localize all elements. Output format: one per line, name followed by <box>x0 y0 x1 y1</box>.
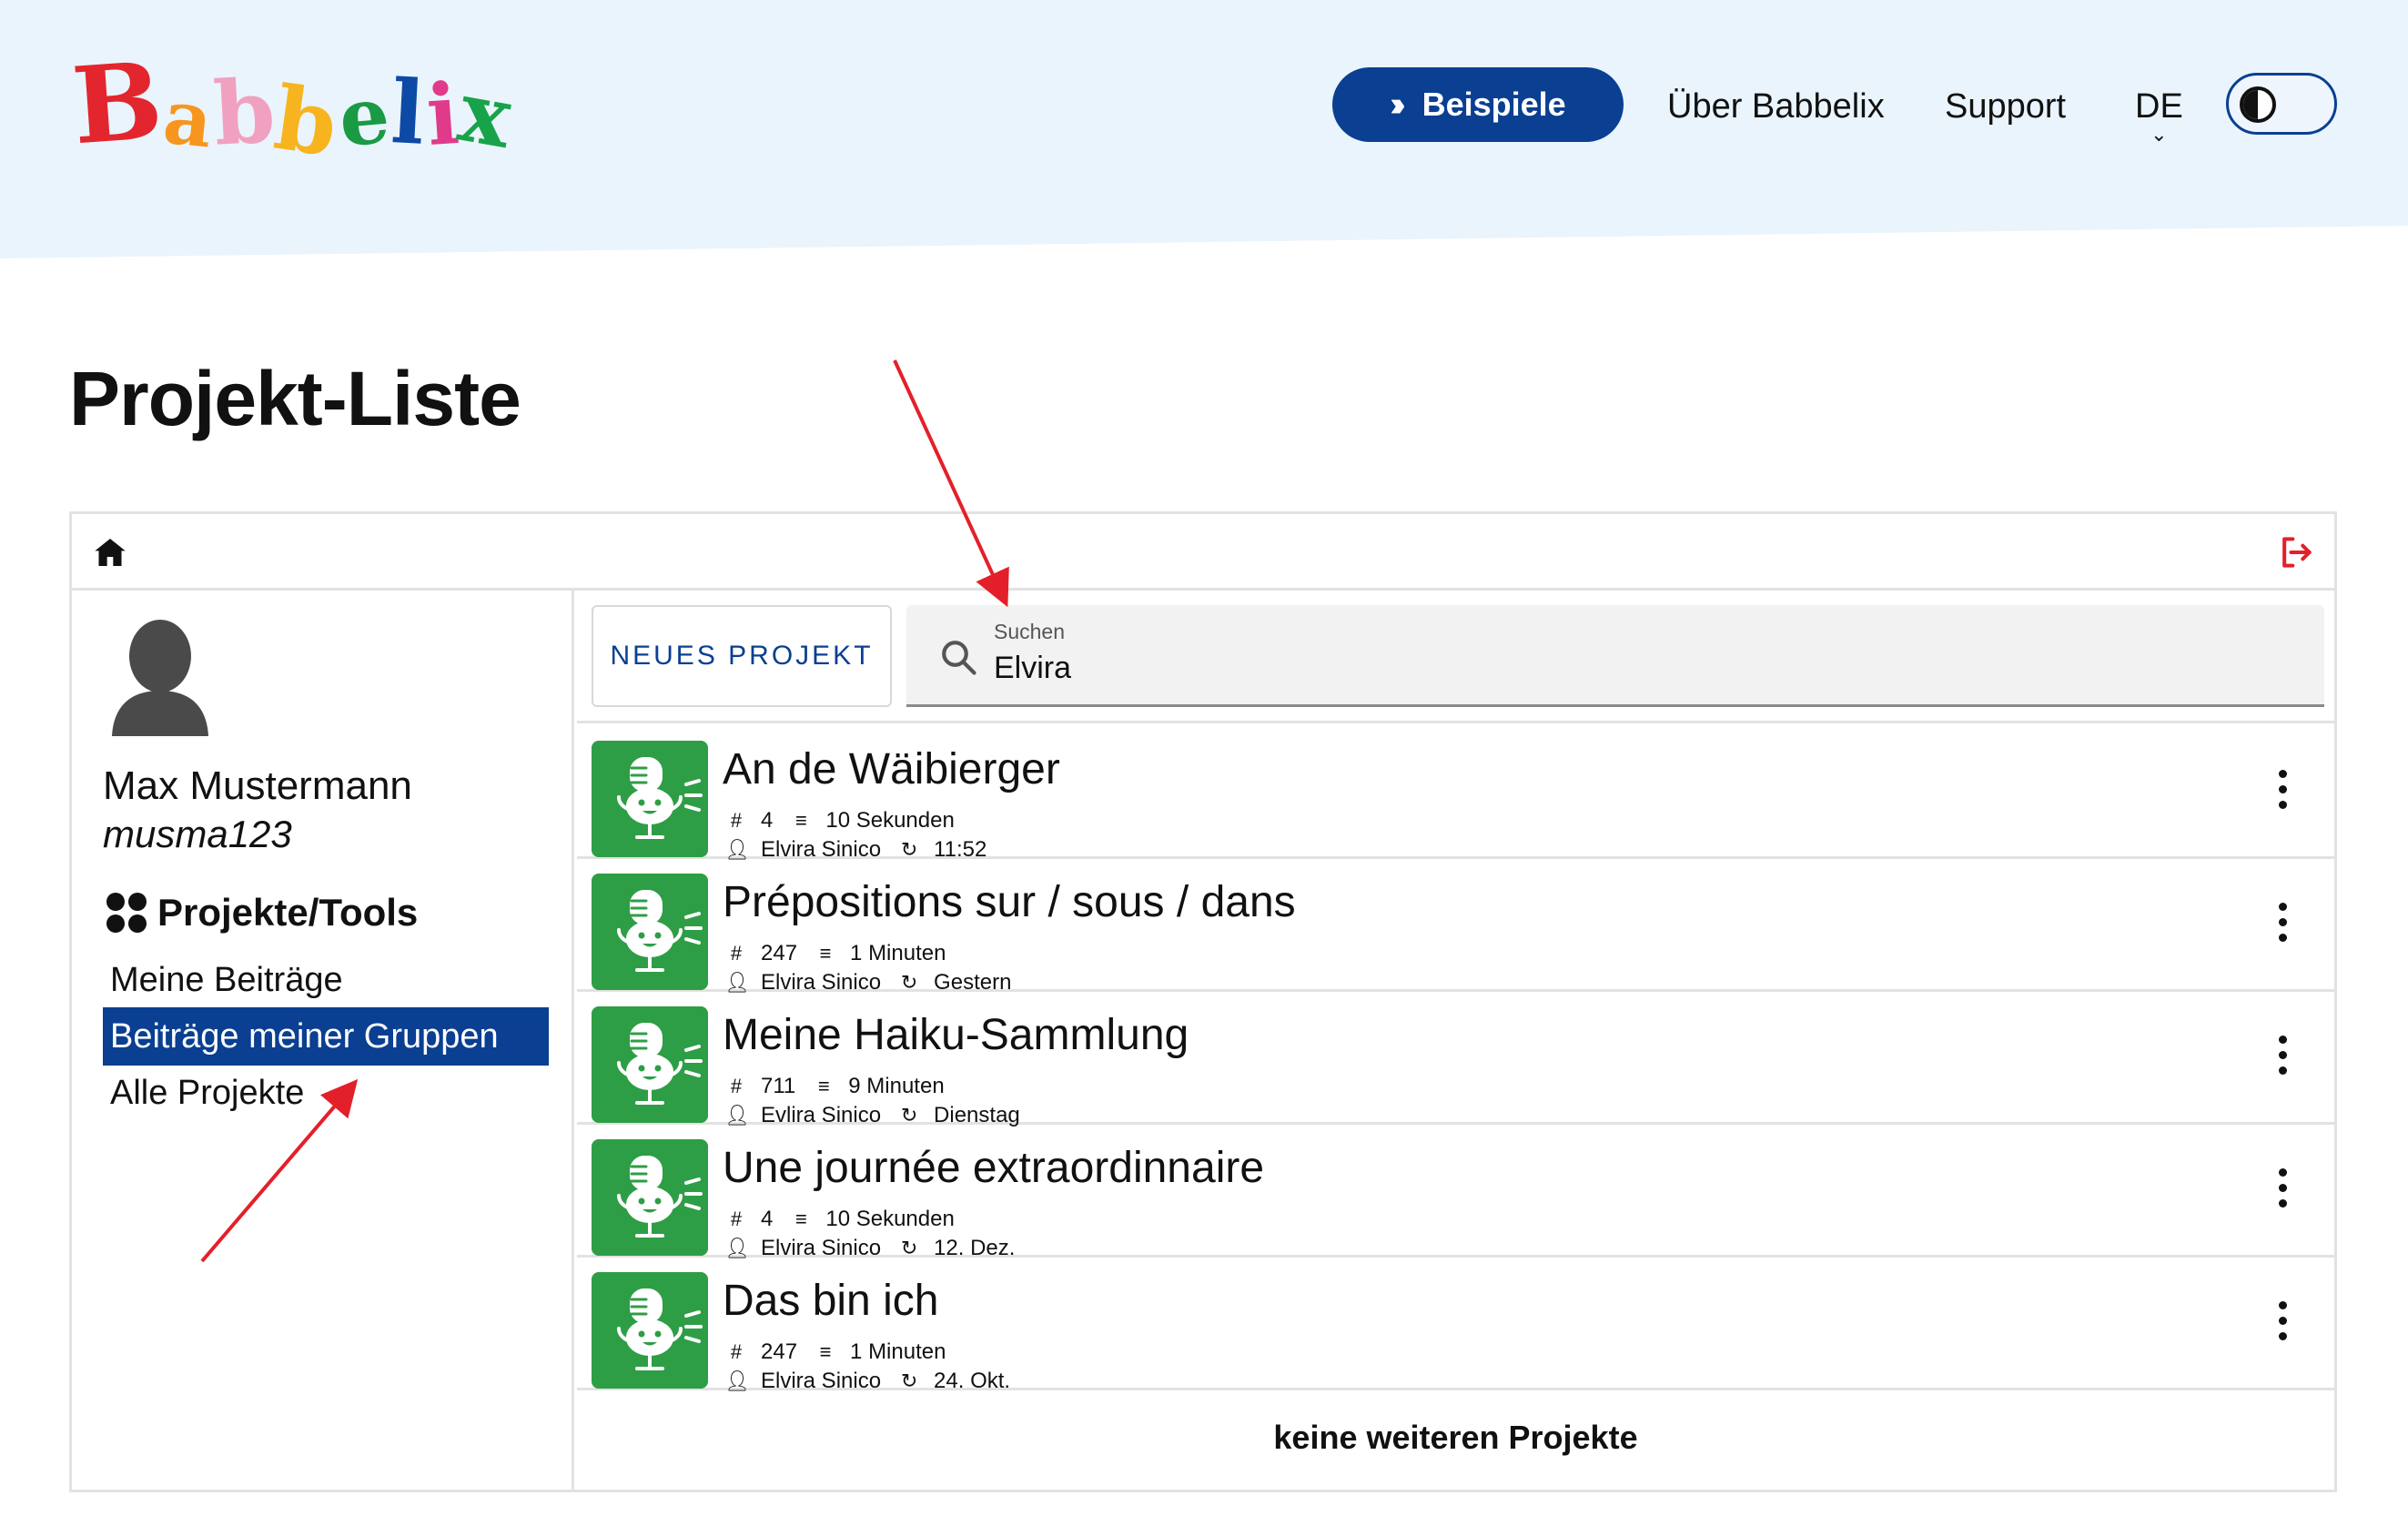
logo-letter: l <box>389 60 428 165</box>
sidebar-item-alle-projekte[interactable]: Alle Projekte <box>103 1064 549 1122</box>
more-vertical-icon[interactable] <box>2276 903 2289 950</box>
list-item[interactable]: Une journée extraordinnaire # 4 ≡ 10 Sek… <box>577 1125 2334 1260</box>
list-item[interactable]: An de Wäibierger # 4 ≡ 10 Sekunden 👤︎ El… <box>577 726 2334 862</box>
content-area: NEUES PROJEKT Suchen Elvira An de Wäibie… <box>577 591 2334 1490</box>
project-author: Elvira Sinico <box>761 1369 882 1393</box>
list-item[interactable]: Meine Haiku-Sammlung # 711 ≡ 9 Minuten 👤… <box>577 992 2334 1127</box>
sidebar-item-beitraege-meiner-gruppen[interactable]: Beiträge meiner Gruppen <box>103 1007 549 1066</box>
project-meta-stats: # 4 ≡ 10 Sekunden <box>724 808 955 834</box>
project-meta-stats: # 247 ≡ 1 Minuten <box>724 941 946 966</box>
user-handle: musma123 <box>103 813 292 855</box>
project-count: 247 <box>761 1339 798 1364</box>
list-icon: ≡ <box>794 1208 807 1230</box>
microphone-icon <box>592 874 708 990</box>
project-title[interactable]: Prépositions sur / sous / dans <box>723 877 1296 927</box>
beispiele-button[interactable]: ›› Beispiele <box>1332 67 1624 142</box>
hash-icon: # <box>730 1208 743 1230</box>
projects-tools-heading: Projekte/Tools <box>105 891 418 935</box>
nav-support[interactable]: Support <box>1945 87 2066 126</box>
list-item[interactable]: Das bin ich # 247 ≡ 1 Minuten 👤︎ Elvira … <box>577 1258 2334 1393</box>
project-duration: 1 Minuten <box>850 941 946 965</box>
project-title[interactable]: An de Wäibierger <box>723 744 1060 794</box>
project-title[interactable]: Meine Haiku-Sammlung <box>723 1010 1189 1060</box>
babbelix-logo[interactable]: B a b b e l i x <box>68 39 518 177</box>
list-icon: ≡ <box>817 1075 830 1097</box>
avatar[interactable] <box>108 618 212 736</box>
hash-icon: # <box>730 1340 743 1363</box>
person-icon: 👤︎ <box>724 1369 750 1392</box>
hash-icon: # <box>730 1075 743 1097</box>
more-vertical-icon[interactable] <box>2276 1301 2289 1349</box>
logo-letter: b <box>268 66 344 177</box>
nav-ueber-babbelix[interactable]: Über Babbelix <box>1667 87 1885 126</box>
sidebar-item-meine-beitraege[interactable]: Meine Beiträge <box>103 951 549 1009</box>
hash-icon: # <box>730 809 743 832</box>
double-chevron-right-icon: ›› <box>1390 85 1406 124</box>
microphone-icon <box>592 1139 708 1256</box>
search-label: Suchen <box>994 620 1066 643</box>
theme-toggle[interactable] <box>2226 73 2337 135</box>
list-toolbar: NEUES PROJEKT Suchen Elvira <box>577 591 2334 723</box>
language-select[interactable]: DE ⌄ <box>2135 87 2183 147</box>
panel-topbar <box>72 514 2334 591</box>
project-count: 4 <box>761 808 774 833</box>
beispiele-label: Beispiele <box>1422 86 1566 123</box>
more-vertical-icon[interactable] <box>2276 770 2289 817</box>
project-meta-stats: # 247 ≡ 1 Minuten <box>724 1339 946 1365</box>
search-input[interactable]: Elvira <box>994 651 1071 686</box>
project-count: 711 <box>761 1074 796 1098</box>
hash-icon: # <box>730 942 743 965</box>
project-duration: 9 Minuten <box>848 1074 945 1098</box>
home-icon[interactable] <box>92 534 128 571</box>
history-icon: ↻ <box>900 1369 918 1392</box>
projects-tools-label: Projekte/Tools <box>157 891 419 934</box>
project-duration: 10 Sekunden <box>825 808 955 833</box>
language-value: DE <box>2135 87 2183 126</box>
project-count: 4 <box>761 1207 774 1231</box>
list-end-message: keine weiteren Projekte <box>1273 1419 1638 1456</box>
project-meta-stats: # 711 ≡ 9 Minuten <box>724 1074 945 1099</box>
more-vertical-icon[interactable] <box>2276 1168 2289 1216</box>
contrast-icon <box>2240 86 2276 123</box>
project-count: 247 <box>761 941 798 965</box>
page-title: Projekt-Liste <box>69 356 521 441</box>
search-field[interactable]: Suchen Elvira <box>906 605 2324 707</box>
list-item[interactable]: Prépositions sur / sous / dans # 247 ≡ 1… <box>577 859 2334 995</box>
project-duration: 1 Minuten <box>850 1339 946 1364</box>
sidebar: Max Mustermann musma123 Projekte/Tools M… <box>72 591 574 1490</box>
user-name: Max Mustermann <box>103 763 412 808</box>
project-title[interactable]: Das bin ich <box>723 1276 938 1326</box>
logo-letter: x <box>451 62 519 167</box>
project-meta-author: 👤︎ Elvira Sinico ↻ 24. Okt. <box>724 1369 1010 1394</box>
project-list: An de Wäibierger # 4 ≡ 10 Sekunden 👤︎ El… <box>577 726 2334 1393</box>
microphone-icon <box>592 1272 708 1389</box>
apps-icon <box>106 893 147 933</box>
logout-icon[interactable] <box>2276 532 2316 572</box>
logo-letter: B <box>68 38 167 169</box>
list-icon: ≡ <box>794 809 807 832</box>
more-vertical-icon[interactable] <box>2276 1036 2289 1083</box>
project-date: 24. Okt. <box>934 1369 1011 1393</box>
list-icon: ≡ <box>819 942 832 965</box>
microphone-icon <box>592 741 708 857</box>
list-icon: ≡ <box>819 1340 832 1363</box>
logo-letter: b <box>211 59 278 166</box>
microphone-icon <box>592 1006 708 1123</box>
project-panel: Max Mustermann musma123 Projekte/Tools M… <box>69 511 2337 1492</box>
new-project-button[interactable]: NEUES PROJEKT <box>592 605 892 707</box>
project-meta-stats: # 4 ≡ 10 Sekunden <box>724 1207 955 1232</box>
logo-letter: a <box>159 73 218 166</box>
project-title[interactable]: Une journée extraordinnaire <box>723 1143 1264 1193</box>
logo-letter: e <box>336 68 394 166</box>
project-duration: 10 Sekunden <box>825 1207 955 1231</box>
chevron-down-icon: ⌄ <box>2150 123 2168 146</box>
search-icon <box>942 641 976 675</box>
